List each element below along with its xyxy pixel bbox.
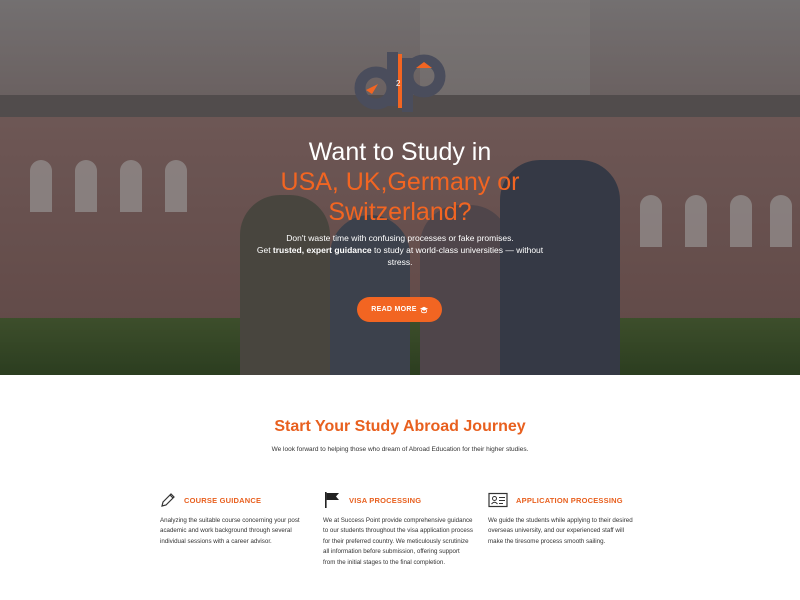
hero-title-line1: Want to Study in [308,138,492,166]
pencil-icon [161,493,175,507]
feature-application-processing: APPLICATION PROCESSING We guide the stud… [488,490,638,547]
section-title: Start Your Study Abroad Journey [274,418,526,435]
read-more-label: READ MORE [371,306,417,313]
graduation-cap-icon [419,306,428,313]
feature-title: COURSE GUIDANCE [184,495,262,505]
hero-subtitle: Don't waste time with confusing processe… [250,232,550,268]
feature-description: We at Success Point provide comprehensiv… [323,517,473,566]
hero-title-line2: USA, UK,Germany or [280,168,520,196]
hero-title-line3: Switzerland? [328,198,472,226]
section-subtitle: We look forward to helping those who dre… [271,446,529,453]
hero-subtitle-bold-trusted: trusted [272,245,302,255]
feature-description: Analyzing the suitable course concerning… [160,517,300,545]
logo-number: 2 [396,79,401,88]
hero-subtitle-line1: Don't waste time with confusing processe… [286,233,514,243]
flag-icon [325,492,339,508]
feature-title: VISA PROCESSING [349,495,422,505]
feature-title: APPLICATION PROCESSING [516,495,623,505]
hero-subtitle-line2: Get trusted, expert guidance to study at… [256,245,544,267]
feature-visa-processing: VISA PROCESSING We at Success Point prov… [323,490,473,568]
read-more-button[interactable]: READ MORE [357,297,442,322]
id-card-icon [488,492,508,508]
hero-banner: 2 Want to Study in USA, UK,Germany or Sw… [0,0,800,375]
hero-subtitle-bold-expert: expert guidance [306,245,372,255]
site-logo[interactable]: 2 [352,50,448,112]
feature-description: We guide the students while applying to … [488,517,633,545]
feature-course-guidance: COURSE GUIDANCE Analyzing the suitable c… [160,490,310,547]
